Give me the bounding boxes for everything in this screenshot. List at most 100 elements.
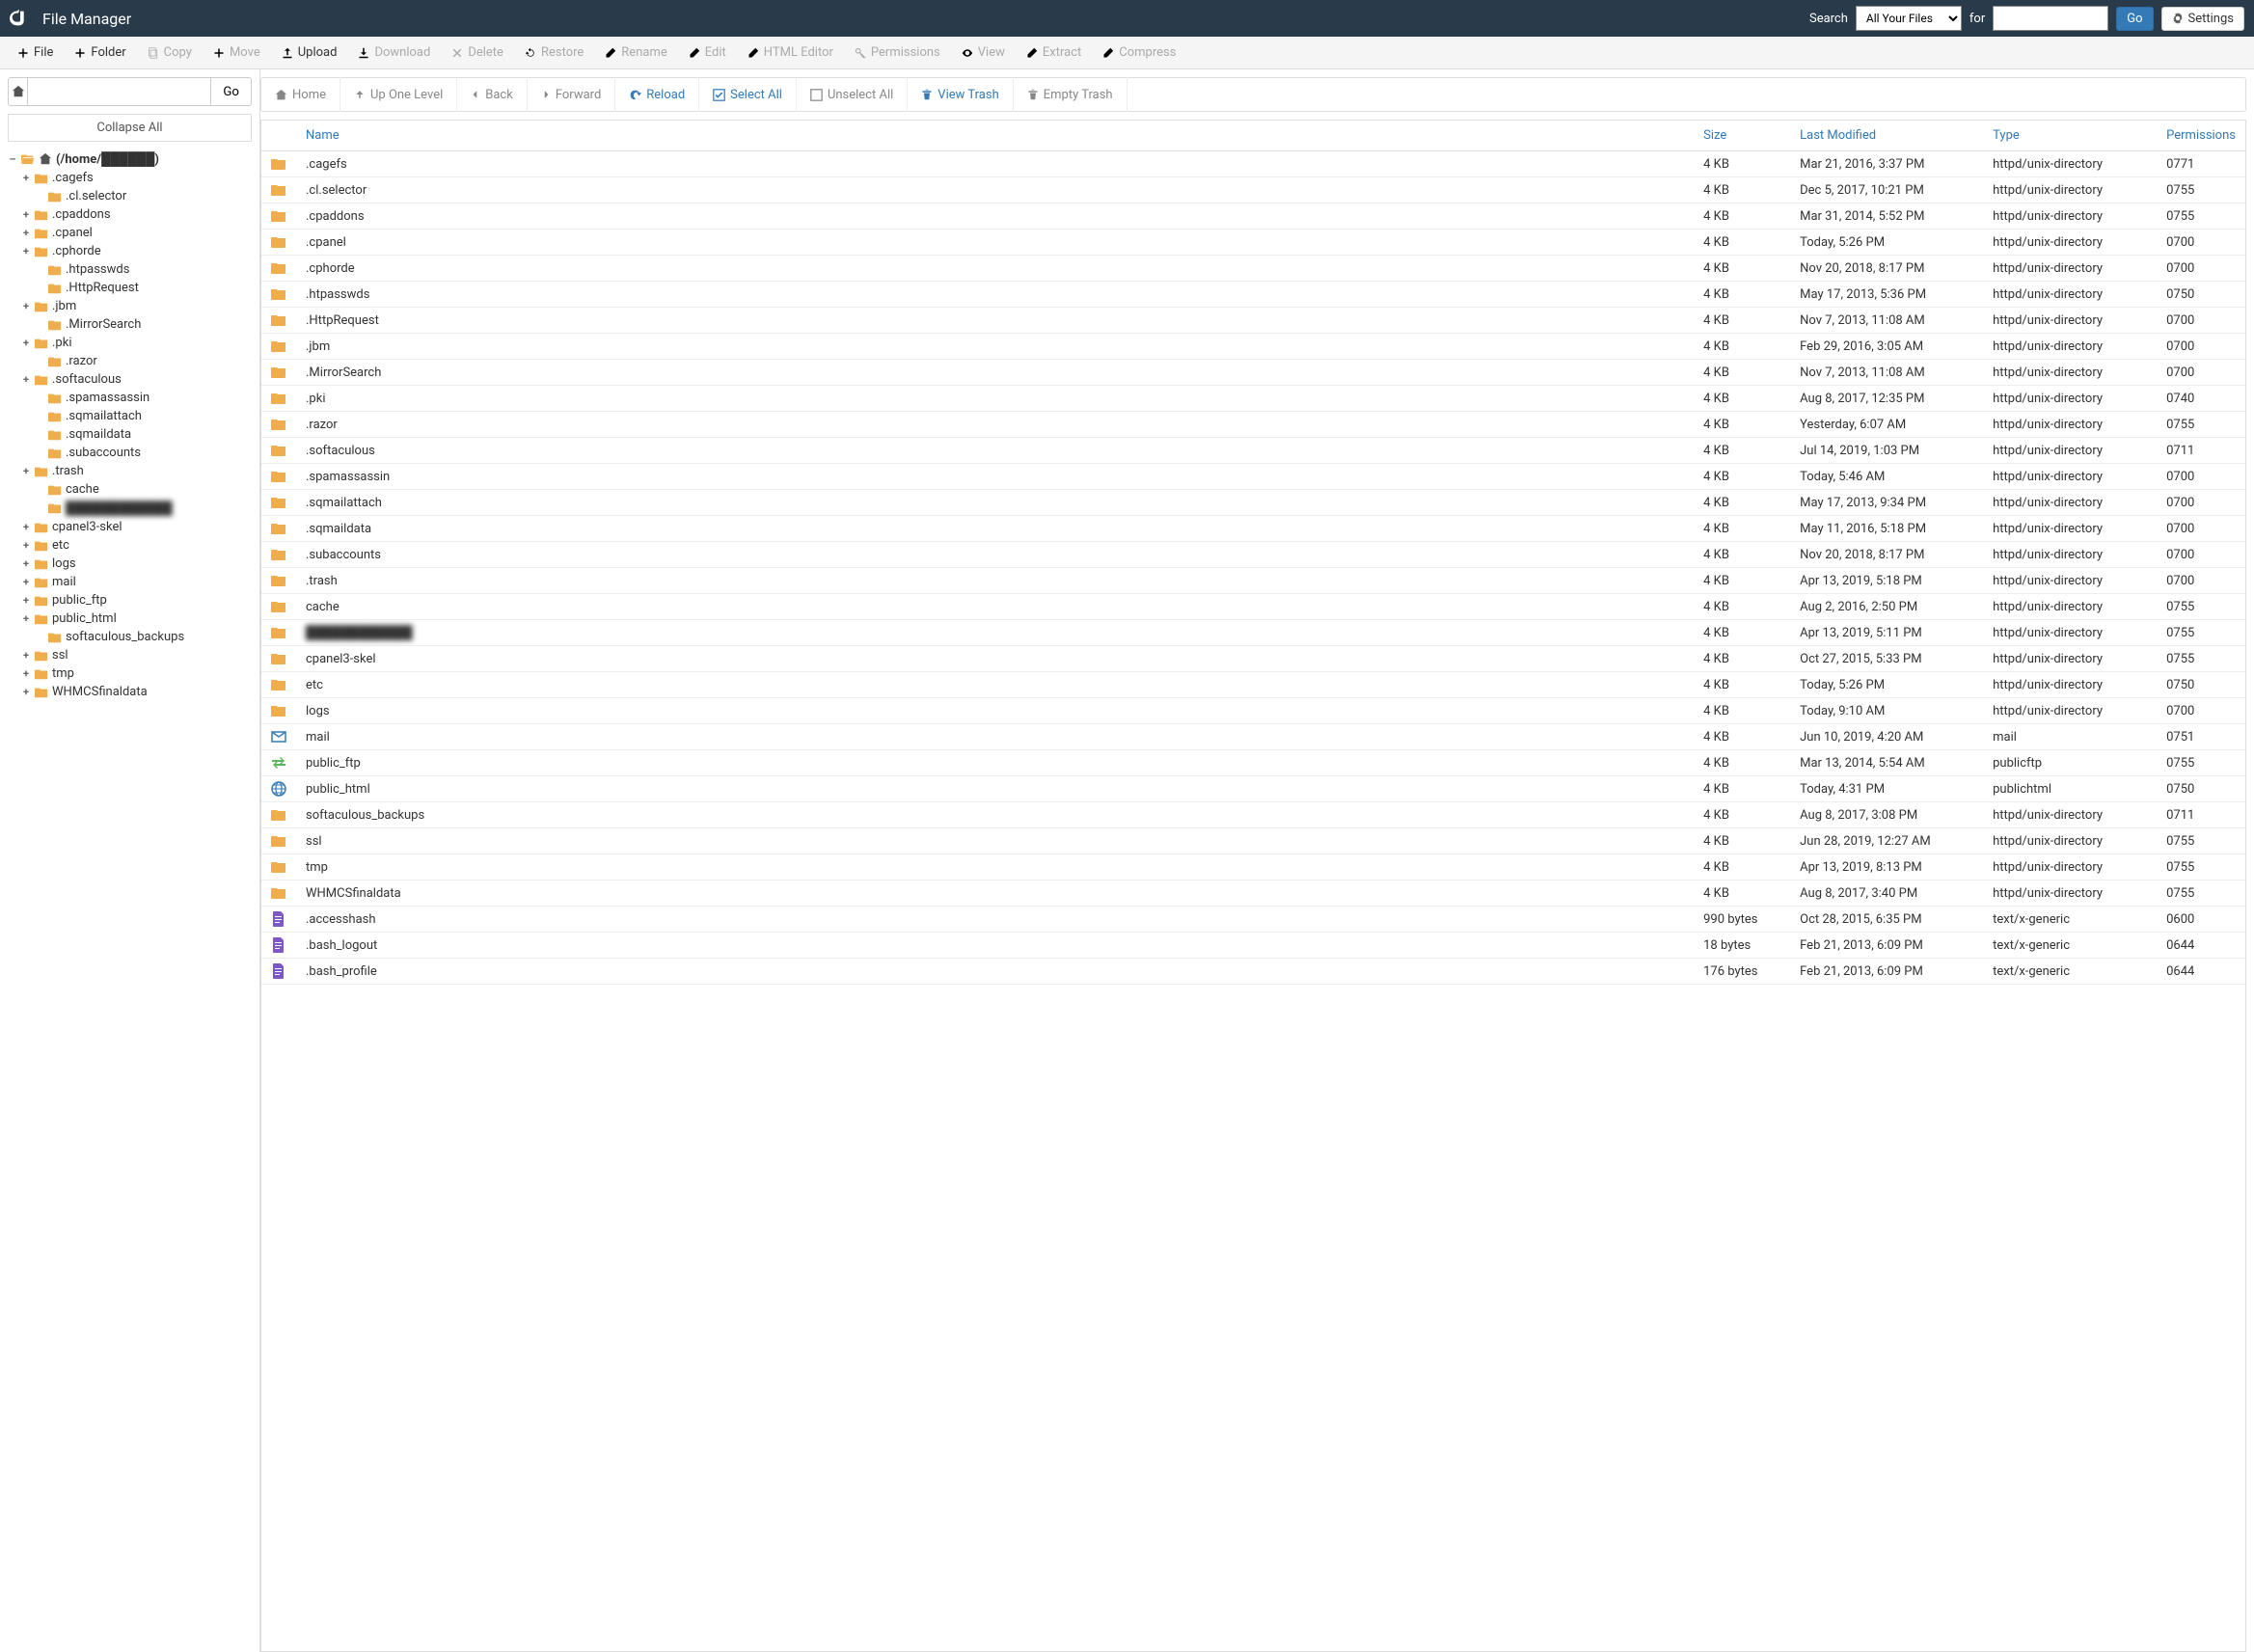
tree-item[interactable]: +.pki [21, 334, 252, 352]
tree-item[interactable]: cache [21, 480, 252, 499]
nav-forward-button[interactable]: Forward [528, 77, 615, 112]
file-row[interactable]: cache 4 KB Aug 2, 2016, 2:50 PM httpd/un… [261, 594, 2245, 620]
file-row[interactable]: .softaculous 4 KB Jul 14, 2019, 1:03 PM … [261, 438, 2245, 464]
tree-item[interactable]: +.jbm [21, 297, 252, 315]
tree-item[interactable]: .HttpRequest [21, 279, 252, 297]
file-row[interactable]: public_ftp 4 KB Mar 13, 2014, 5:54 AM pu… [261, 750, 2245, 776]
download-button[interactable]: Download [348, 37, 440, 69]
file-row[interactable]: .subaccounts 4 KB Nov 20, 2018, 8:17 PM … [261, 542, 2245, 568]
select-all-button[interactable]: Select All [699, 77, 797, 112]
file-row[interactable]: .trash 4 KB Apr 13, 2019, 5:18 PM httpd/… [261, 568, 2245, 594]
tree-toggle[interactable]: + [21, 557, 31, 570]
tree-item[interactable]: ████████████ [21, 499, 252, 518]
file-row[interactable]: .pki 4 KB Aug 8, 2017, 12:35 PM httpd/un… [261, 386, 2245, 412]
col-type[interactable]: Type [1983, 121, 2157, 151]
tree-item[interactable]: .sqmailattach [21, 407, 252, 425]
tree-toggle[interactable]: + [21, 337, 31, 349]
tree-item[interactable]: +public_ftp [21, 591, 252, 609]
file-row[interactable]: .cphorde 4 KB Nov 20, 2018, 8:17 PM http… [261, 256, 2245, 282]
file-row[interactable]: logs 4 KB Today, 9:10 AM httpd/unix-dire… [261, 698, 2245, 724]
tree-item[interactable]: +public_html [21, 609, 252, 628]
col-size[interactable]: Size [1694, 121, 1790, 151]
tree-toggle[interactable]: + [21, 208, 31, 221]
empty-trash-button[interactable]: Empty Trash [1014, 77, 1127, 112]
file-row[interactable]: ████████████ 4 KB Apr 13, 2019, 5:11 PM … [261, 620, 2245, 646]
tree-toggle[interactable]: – [8, 153, 17, 166]
tree-toggle[interactable]: + [21, 465, 31, 477]
file-row[interactable]: .bash_logout 18 bytes Feb 21, 2013, 6:09… [261, 933, 2245, 959]
tree-toggle[interactable]: + [21, 539, 31, 552]
nav-up-button[interactable]: Up One Level [340, 77, 457, 112]
file-row[interactable]: .cagefs 4 KB Mar 21, 2016, 3:37 PM httpd… [261, 151, 2245, 177]
tree-item[interactable]: +.cphorde [21, 242, 252, 260]
tree-item[interactable]: +WHMCSfinaldata [21, 683, 252, 701]
view-trash-button[interactable]: View Trash [908, 77, 1013, 112]
extract-button[interactable]: Extract [1017, 37, 1091, 69]
settings-button[interactable]: Settings [2161, 7, 2244, 31]
file-row[interactable]: mail 4 KB Jun 10, 2019, 4:20 AM mail 075… [261, 724, 2245, 750]
search-input[interactable] [1993, 6, 2108, 31]
nav-back-button[interactable]: Back [457, 77, 528, 112]
col-modified[interactable]: Last Modified [1790, 121, 1983, 151]
file-row[interactable]: public_html 4 KB Today, 4:31 PM publicht… [261, 776, 2245, 802]
new-folder-button[interactable]: Folder [65, 37, 135, 69]
file-row[interactable]: softaculous_backups 4 KB Aug 8, 2017, 3:… [261, 802, 2245, 828]
delete-button[interactable]: Delete [442, 37, 513, 69]
search-go-button[interactable]: Go [2116, 7, 2153, 31]
tree-item[interactable]: +.cpanel [21, 224, 252, 242]
file-row[interactable]: WHMCSfinaldata 4 KB Aug 8, 2017, 3:40 PM… [261, 880, 2245, 907]
restore-button[interactable]: Restore [515, 37, 593, 69]
tree-item[interactable]: +logs [21, 555, 252, 573]
file-row[interactable]: ssl 4 KB Jun 28, 2019, 12:27 AM httpd/un… [261, 828, 2245, 854]
tree-toggle[interactable]: + [21, 521, 31, 533]
tree-item[interactable]: .MirrorSearch [21, 315, 252, 334]
tree-item[interactable]: .cl.selector [21, 187, 252, 205]
tree-toggle[interactable]: + [21, 172, 31, 184]
file-row[interactable]: tmp 4 KB Apr 13, 2019, 8:13 PM httpd/uni… [261, 854, 2245, 880]
copy-button[interactable]: Copy [138, 37, 202, 69]
file-row[interactable]: .HttpRequest 4 KB Nov 7, 2013, 11:08 AM … [261, 308, 2245, 334]
edit-button[interactable]: Edit [679, 37, 736, 69]
tree-item[interactable]: +.trash [21, 462, 252, 480]
tree-toggle[interactable]: + [21, 649, 31, 662]
tree-toggle[interactable]: + [21, 667, 31, 680]
tree-item[interactable]: .sqmaildata [21, 425, 252, 444]
tree-toggle[interactable]: + [21, 245, 31, 257]
tree-root[interactable]: – (/home/██████) [8, 149, 252, 169]
tree-item[interactable]: +.cpaddons [21, 205, 252, 224]
new-file-button[interactable]: File [8, 37, 63, 69]
tree-toggle[interactable]: + [21, 686, 31, 698]
col-permissions[interactable]: Permissions [2157, 121, 2245, 151]
upload-button[interactable]: Upload [272, 37, 347, 69]
file-row[interactable]: .accesshash 990 bytes Oct 28, 2015, 6:35… [261, 907, 2245, 933]
collapse-all-button[interactable]: Collapse All [8, 114, 252, 142]
location-go-button[interactable]: Go [210, 77, 252, 106]
location-input[interactable] [27, 77, 210, 106]
unselect-all-button[interactable]: Unselect All [797, 77, 908, 112]
nav-home-button[interactable]: Home [261, 77, 340, 112]
file-row[interactable]: .bash_profile 176 bytes Feb 21, 2013, 6:… [261, 959, 2245, 985]
view-button[interactable]: View [952, 37, 1015, 69]
tree-item[interactable]: +mail [21, 573, 252, 591]
file-row[interactable]: .cpaddons 4 KB Mar 31, 2014, 5:52 PM htt… [261, 203, 2245, 230]
tree-item[interactable]: softaculous_backups [21, 628, 252, 646]
move-button[interactable]: Move [204, 37, 270, 69]
permissions-button[interactable]: Permissions [845, 37, 950, 69]
file-row[interactable]: etc 4 KB Today, 5:26 PM httpd/unix-direc… [261, 672, 2245, 698]
file-row[interactable]: .sqmailattach 4 KB May 17, 2013, 9:34 PM… [261, 490, 2245, 516]
tree-item[interactable]: +cpanel3-skel [21, 518, 252, 536]
file-row[interactable]: .htpasswds 4 KB May 17, 2013, 5:36 PM ht… [261, 282, 2245, 308]
search-scope-select[interactable]: All Your Files [1856, 6, 1962, 31]
tree-toggle[interactable]: + [21, 576, 31, 588]
tree-item[interactable]: +.softaculous [21, 370, 252, 389]
tree-item[interactable]: .spamassassin [21, 389, 252, 407]
tree-toggle[interactable]: + [21, 594, 31, 607]
tree-item[interactable]: +.cagefs [21, 169, 252, 187]
location-home-button[interactable] [8, 77, 27, 106]
tree-toggle[interactable]: + [21, 373, 31, 386]
file-row[interactable]: .MirrorSearch 4 KB Nov 7, 2013, 11:08 AM… [261, 360, 2245, 386]
html-editor-button[interactable]: HTML Editor [738, 37, 843, 69]
file-row[interactable]: .jbm 4 KB Feb 29, 2016, 3:05 AM httpd/un… [261, 334, 2245, 360]
tree-item[interactable]: +tmp [21, 664, 252, 683]
compress-button[interactable]: Compress [1093, 37, 1185, 69]
